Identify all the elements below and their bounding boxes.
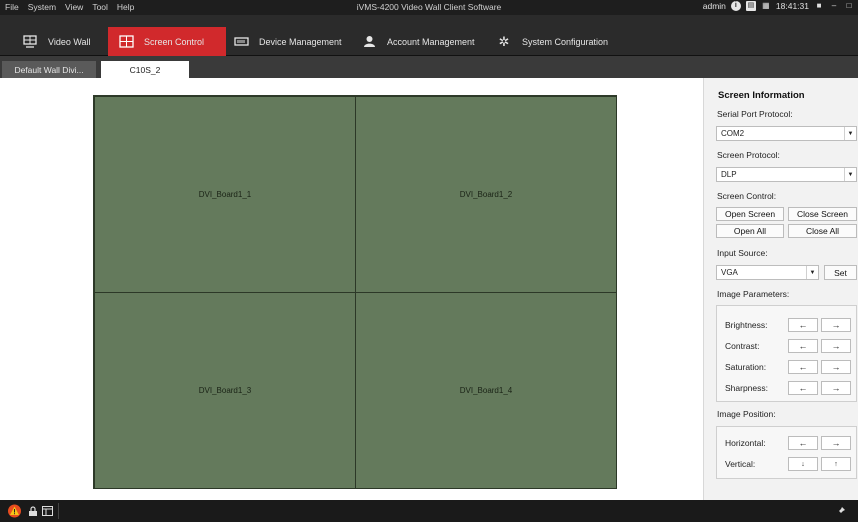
vertical-up-button[interactable]: ↑ [821, 457, 851, 471]
image-position-label: Image Position: [717, 409, 776, 419]
select-value: COM2 [721, 129, 745, 138]
screen-control-icon [118, 35, 134, 49]
saturation-decrease-button[interactable]: ← [788, 360, 818, 374]
saturation-increase-button[interactable]: → [821, 360, 851, 374]
wall-cell-dvi-board1-4[interactable]: DVI_Board1_4 [355, 292, 617, 489]
minimize-icon[interactable]: – [829, 1, 839, 11]
contrast-increase-button[interactable]: → [821, 339, 851, 353]
status-bar [0, 500, 858, 522]
user-info-icon[interactable]: i [730, 1, 741, 11]
tab-screen-control[interactable]: Screen Control [108, 27, 226, 56]
cell-label: DVI_Board1_2 [459, 190, 513, 199]
wall-cell-dvi-board1-3[interactable]: DVI_Board1_3 [94, 292, 356, 489]
close-all-button[interactable]: Close All [788, 224, 857, 238]
video-wall-grid: DVI_Board1_1 DVI_Board1_2 DVI_Board1_3 D… [93, 95, 617, 489]
tab-system-configuration[interactable]: ✲ System Configuration [496, 27, 626, 56]
tab-label: System Configuration [522, 36, 609, 47]
screen-status-icon[interactable] [40, 504, 54, 518]
saturation-label: Saturation: [725, 362, 767, 372]
vertical-down-button[interactable]: ↓ [788, 457, 818, 471]
serial-port-label: Serial Port Protocol: [717, 109, 793, 119]
sharpness-increase-button[interactable]: → [821, 381, 851, 395]
brightness-label: Brightness: [725, 320, 768, 330]
wall-cell-dvi-board1-1[interactable]: DVI_Board1_1 [94, 96, 356, 293]
image-parameters-label: Image Parameters: [717, 289, 790, 299]
tab-default-wall-division[interactable]: Default Wall Divi... [2, 61, 96, 78]
panel-title: Screen Information [718, 90, 805, 101]
pin-icon[interactable] [834, 504, 848, 518]
horizontal-right-button[interactable]: → [821, 436, 851, 450]
account-icon [361, 35, 377, 49]
menu-help[interactable]: Help [117, 2, 134, 12]
set-button[interactable]: Set [824, 265, 857, 280]
tab-label: Video Wall [48, 36, 91, 47]
device-management-icon [233, 35, 249, 49]
gear-icon: ✲ [498, 33, 510, 49]
cell-label: DVI_Board1_3 [198, 386, 252, 395]
tab-label: Screen Control [144, 36, 205, 47]
title-right: admin i ▤ ▦ 18:41:31 ■ – □ [703, 1, 854, 11]
open-screen-button[interactable]: Open Screen [716, 207, 784, 221]
menu-bar: File System View Tool Help [5, 2, 134, 12]
chevron-down-icon: ▼ [806, 266, 818, 279]
contrast-decrease-button[interactable]: ← [788, 339, 818, 353]
open-all-button[interactable]: Open All [716, 224, 784, 238]
main-tab-bar: Video Wall Screen Control Device Managem… [0, 15, 858, 56]
screen-protocol-label: Screen Protocol: [717, 150, 780, 160]
horizontal-left-button[interactable]: ← [788, 436, 818, 450]
tab-c10s-2[interactable]: C10S_2 [101, 61, 189, 78]
menu-view[interactable]: View [65, 2, 83, 12]
tab-label: Device Management [259, 36, 342, 47]
menu-file[interactable]: File [5, 2, 19, 12]
alarm-icon[interactable] [6, 504, 22, 518]
screen-protocol-select[interactable]: DLP ▼ [716, 167, 857, 182]
wall-cell-dvi-board1-2[interactable]: DVI_Board1_2 [355, 96, 617, 293]
contrast-label: Contrast: [725, 341, 760, 351]
close-screen-button[interactable]: Close Screen [788, 207, 857, 221]
tab-video-wall[interactable]: Video Wall [22, 27, 100, 56]
video-wall-icon [22, 35, 38, 49]
select-value: VGA [721, 268, 738, 277]
lock-status-icon[interactable] [26, 504, 40, 518]
chevron-down-icon: ▼ [844, 168, 856, 181]
wall-canvas: DVI_Board1_1 DVI_Board1_2 DVI_Board1_3 D… [0, 78, 703, 500]
message-icon[interactable]: ▤ [745, 1, 756, 11]
image-parameters-group: Brightness: ← → Contrast: ← → Saturation… [716, 305, 857, 402]
screen-information-panel: Screen Information Serial Port Protocol:… [703, 78, 858, 500]
clock-time: 18:41:31 [775, 1, 809, 11]
serial-port-select[interactable]: COM2 ▼ [716, 126, 857, 141]
tab-device-management[interactable]: Device Management [233, 27, 351, 56]
title-bar: File System View Tool Help iVMS-4200 Vid… [0, 0, 858, 15]
cell-label: DVI_Board1_4 [459, 386, 513, 395]
input-source-label: Input Source: [717, 248, 768, 258]
sharpness-decrease-button[interactable]: ← [788, 381, 818, 395]
calendar-icon: ▦ [762, 1, 770, 10]
menu-tool[interactable]: Tool [92, 2, 108, 12]
status-divider [58, 503, 59, 519]
vertical-label: Vertical: [725, 459, 756, 469]
tab-label: Account Management [387, 36, 475, 47]
brightness-decrease-button[interactable]: ← [788, 318, 818, 332]
input-source-select[interactable]: VGA ▼ [716, 265, 819, 280]
lock-icon[interactable]: ■ [814, 1, 824, 11]
select-value: DLP [721, 170, 737, 179]
brightness-increase-button[interactable]: → [821, 318, 851, 332]
image-position-group: Horizontal: ← → Vertical: ↓ ↑ [716, 426, 857, 479]
sharpness-label: Sharpness: [725, 383, 768, 393]
horizontal-label: Horizontal: [725, 438, 766, 448]
tab-account-management[interactable]: Account Management [361, 27, 486, 56]
screen-control-label: Screen Control: [717, 191, 777, 201]
chevron-down-icon: ▼ [844, 127, 856, 140]
wall-tab-strip: Default Wall Divi... C10S_2 [0, 56, 858, 78]
maximize-icon[interactable]: □ [844, 1, 854, 11]
username[interactable]: admin [703, 1, 726, 11]
cell-label: DVI_Board1_1 [198, 190, 252, 199]
menu-system[interactable]: System [28, 2, 56, 12]
